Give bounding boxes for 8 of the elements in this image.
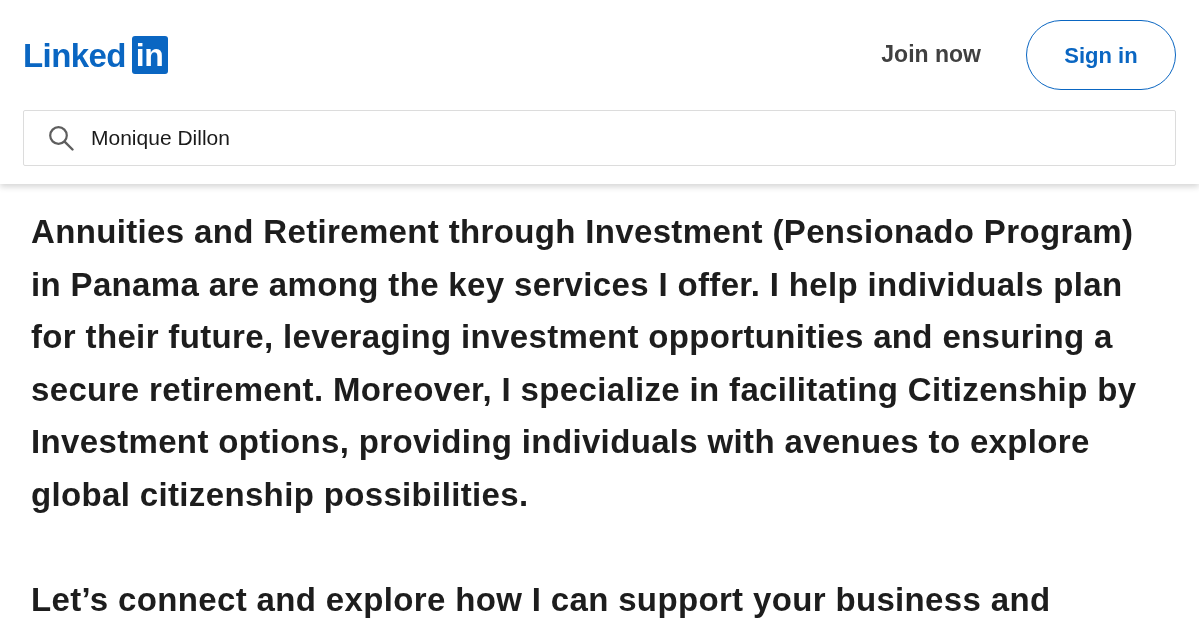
logo-link[interactable]: Linked in bbox=[23, 36, 168, 74]
search-icon bbox=[48, 125, 74, 151]
sign-in-button[interactable]: Sign in bbox=[1026, 20, 1176, 90]
join-link[interactable]: Join now bbox=[869, 33, 993, 77]
logo-mark: in bbox=[131, 36, 168, 74]
about-paragraph: Annuities and Retirement through Investment (Pensionado Program) in Panama are among the key services I offer. I help individuals plan for their future, leveraging investment opportunities and ensuring a secure retirement. Moreover, I specialize in facilitating Citizenship by Investment options, providing individuals with avenues to explore global citizenship possibilities. bbox=[31, 212, 1138, 515]
about-paragraph: Let’s connect and explore how I can support your business and bbox=[31, 579, 1052, 620]
search-field[interactable]: Monique Dillon bbox=[23, 110, 1176, 166]
